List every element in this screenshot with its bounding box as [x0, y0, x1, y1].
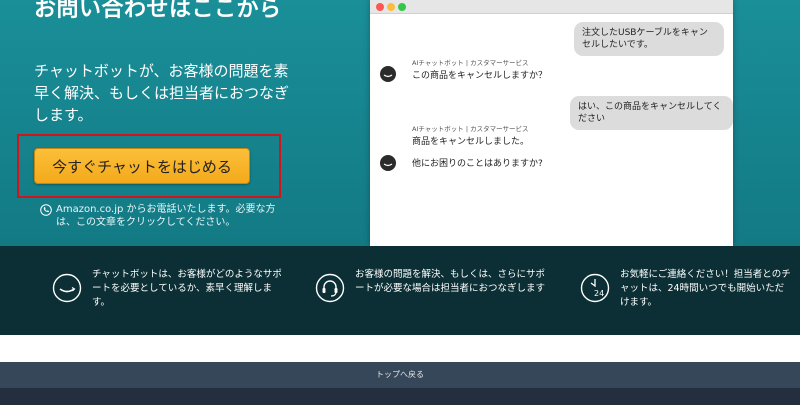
close-window-icon: [376, 3, 384, 11]
bot-avatar-icon: [380, 66, 396, 82]
chat-message-user: はい、この商品をキャンセルしてください: [570, 96, 733, 130]
start-chat-button[interactable]: 今すぐチャットをはじめる: [34, 148, 250, 184]
chat-message-bot: この商品をキャンセルしますか？: [406, 67, 554, 85]
chat-preview-window: 注文したUSBケーブルをキャンセルしたいです。 AIチャットボット | カスタマ…: [370, 0, 733, 246]
feature-text: チャットボットは、お客様がどのようなサポートを必要としているか、素早く理解します…: [92, 269, 282, 308]
footer: トップへ戻る: [0, 362, 800, 405]
back-to-top-link[interactable]: トップへ戻る: [0, 362, 800, 388]
smile-icon: [52, 273, 82, 303]
chat-bot-label: AIチャットボット | カスタマーサービス: [412, 59, 529, 67]
clock-24-icon: 24: [580, 273, 610, 303]
features-section: チャットボットは、お客様がどのようなサポートを必要としているか、素早く理解します…: [0, 246, 800, 335]
phone-callback-link[interactable]: Amazon.co.jp からお電話いたします。必要な方は、この文章をクリックし…: [40, 203, 290, 229]
chat-message-bot: 他にお困りのことはありますか?: [406, 155, 549, 173]
chat-message-user: 注文したUSBケーブルをキャンセルしたいです。: [574, 22, 724, 56]
hero-section: お問い合わせはここから チャットボットが、お客様の問題を素早く解決、もしくは担当…: [0, 0, 800, 246]
feature-item: チャットボットは、お客様がどのようなサポートを必要としているか、素早く理解します…: [52, 246, 292, 335]
chat-bot-label: AIチャットボット | カスタマーサービス: [412, 125, 529, 133]
page-title: お問い合わせはここから: [34, 0, 282, 22]
maximize-window-icon: [398, 3, 406, 11]
spacer: [0, 335, 800, 362]
feature-text: お客様の問題を解決、もしくは、さらにサポートが必要な場合は担当者におつなぎします: [355, 269, 546, 294]
headset-icon: [315, 273, 345, 303]
feature-item: お客様の問題を解決、もしくは、さらにサポートが必要な場合は担当者におつなぎします: [315, 246, 555, 335]
minimize-window-icon: [387, 3, 395, 11]
hero-description: チャットボットが、お客様の問題を素早く解決、もしくは担当者におつなぎします。: [34, 62, 290, 124]
feature-item: 24 お気軽にご連絡ください！担当者とのチャットは、24時間いつでも開始いただけ…: [580, 246, 800, 335]
bot-avatar-icon: [380, 155, 396, 171]
feature-text: お気軽にご連絡ください！担当者とのチャットは、24時間いつでも開始いただけます。: [620, 269, 791, 308]
phone-callback-text: Amazon.co.jp からお電話いたします。必要な方は、この文章をクリックし…: [56, 204, 276, 228]
svg-text:24: 24: [594, 289, 604, 298]
window-titlebar: [370, 0, 733, 14]
phone-icon: [40, 204, 52, 216]
chat-message-bot: 商品をキャンセルしました。: [406, 133, 536, 151]
